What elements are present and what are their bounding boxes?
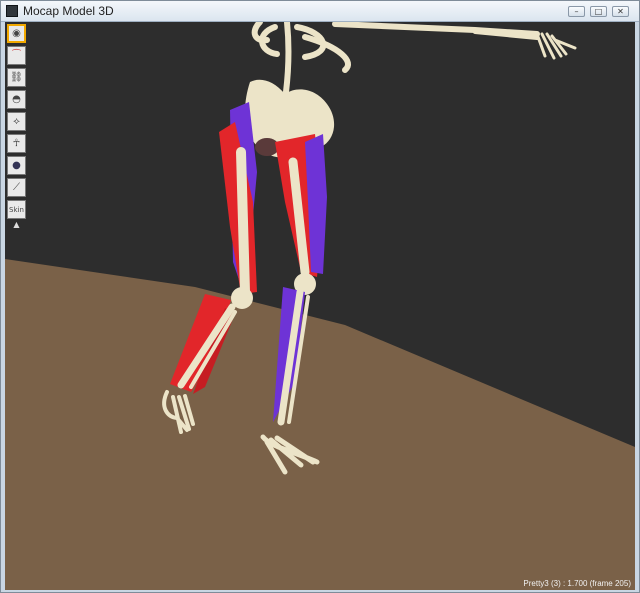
tool-joint-axis[interactable]: ⟡: [7, 112, 26, 131]
bone-chain-icon: ⛓: [10, 72, 23, 83]
arm-bones: [332, 22, 577, 60]
joint-axis-icon: ⟡: [13, 116, 20, 127]
tool-sphere-cap[interactable]: ◓: [7, 90, 26, 109]
tool-bone-chain[interactable]: ⛓: [7, 68, 26, 87]
tool-skin[interactable]: Skin: [7, 200, 26, 219]
ball-icon: ●: [12, 160, 21, 171]
tool-bone[interactable]: ⟋: [7, 178, 26, 197]
sphere-cap-icon: ◓: [12, 94, 21, 105]
title-bar[interactable]: Mocap Model 3D – □ ✕: [1, 1, 639, 22]
frame-status: Pretty3 (3) : 1.700 (frame 205): [523, 579, 631, 588]
skin-text-icon: Skin: [9, 205, 24, 214]
toolbar-more-arrow-icon[interactable]: ▲: [7, 221, 26, 229]
tool-palette: ◉ ⁀ ⛓ ◓ ⟡ ☥ ● ⟋ Skin ▲: [7, 24, 28, 229]
close-button[interactable]: ✕: [612, 6, 629, 17]
window-title: Mocap Model 3D: [23, 4, 114, 18]
muscle-curve-icon: ⁀: [12, 50, 21, 61]
tool-ball[interactable]: ●: [7, 156, 26, 175]
maximize-button[interactable]: □: [590, 6, 607, 17]
app-window: Mocap Model 3D – □ ✕ ◉ ⁀ ⛓ ◓ ⟡ ☥ ● ⟋ Ski…: [0, 0, 640, 593]
view-eye-icon: ◉: [12, 28, 21, 39]
3d-viewport[interactable]: ◉ ⁀ ⛓ ◓ ⟡ ☥ ● ⟋ Skin ▲ Pretty3 (3) : 1.7…: [5, 22, 635, 590]
floor-plane: [5, 259, 635, 590]
minimize-button[interactable]: –: [568, 6, 585, 17]
bone-icon: ⟋: [13, 182, 20, 193]
tool-skeleton-figure[interactable]: ☥: [7, 134, 26, 153]
rib-cage: [251, 22, 351, 95]
tool-muscle-curve[interactable]: ⁀: [7, 46, 26, 65]
scene-canvas[interactable]: [5, 22, 635, 590]
skeleton-figure-icon: ☥: [12, 138, 21, 149]
app-icon: [6, 5, 18, 17]
tool-view-eye[interactable]: ◉: [7, 24, 26, 43]
